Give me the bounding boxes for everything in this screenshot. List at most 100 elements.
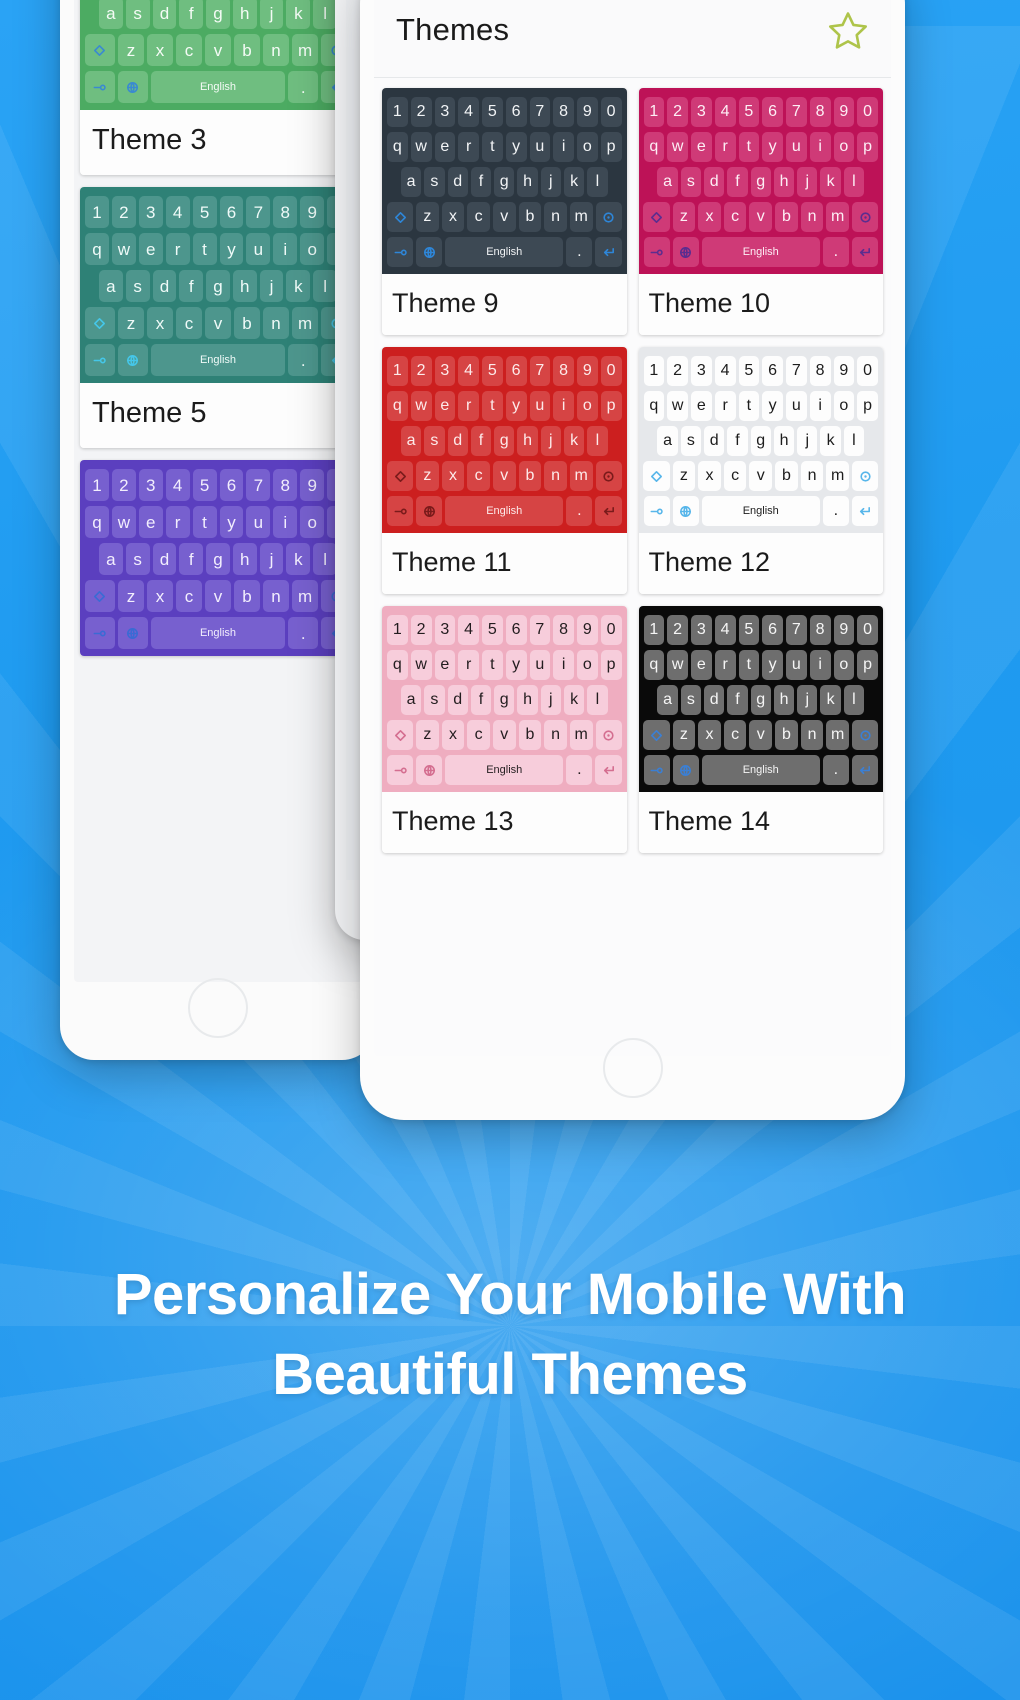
key-a[interactable]: a (657, 167, 678, 197)
symbols-key[interactable] (387, 496, 414, 526)
key-k[interactable]: k (286, 543, 311, 575)
key-5[interactable]: 5 (482, 97, 503, 127)
key-s[interactable]: s (424, 685, 445, 715)
key-u[interactable]: u (529, 391, 551, 421)
key-7[interactable]: 7 (246, 469, 271, 501)
key-k[interactable]: k (563, 426, 585, 456)
key-m[interactable]: m (569, 461, 593, 491)
key-9[interactable]: 9 (577, 97, 598, 127)
key-7[interactable]: 7 (529, 615, 551, 645)
key-8[interactable]: 8 (553, 97, 574, 127)
key-a[interactable]: a (400, 426, 422, 456)
key-9[interactable]: 9 (300, 469, 325, 501)
key-5[interactable]: 5 (192, 196, 217, 228)
key-v[interactable]: v (204, 34, 231, 66)
key-1[interactable]: 1 (84, 469, 109, 501)
key-u[interactable]: u (786, 650, 807, 680)
key-a[interactable]: a (657, 426, 678, 456)
globe-key[interactable] (117, 344, 148, 376)
key-y[interactable]: y (219, 506, 244, 538)
key-i[interactable]: i (553, 650, 574, 680)
key-n[interactable]: n (263, 580, 290, 612)
key-x[interactable]: x (698, 461, 721, 491)
key-e[interactable]: e (138, 233, 163, 265)
key-g[interactable]: g (206, 270, 230, 302)
key-8[interactable]: 8 (273, 196, 298, 228)
key-o[interactable]: o (833, 132, 855, 162)
key-4[interactable]: 4 (165, 469, 190, 501)
key-f[interactable]: f (179, 270, 204, 302)
key-i[interactable]: i (273, 506, 298, 538)
key-q[interactable]: q (643, 650, 665, 680)
key-3[interactable]: 3 (434, 356, 456, 386)
key-t[interactable]: t (482, 132, 503, 162)
backspace-key[interactable] (595, 202, 622, 232)
key-s[interactable]: s (680, 426, 702, 456)
key-j[interactable]: j (259, 0, 284, 29)
key-v[interactable]: v (492, 202, 516, 232)
key-s[interactable]: s (424, 167, 445, 197)
key-j[interactable]: j (797, 685, 818, 715)
key-f[interactable]: f (179, 543, 204, 575)
key-z[interactable]: z (416, 461, 439, 491)
theme-card[interactable]: 1234567890qwertyuiopasdfghjklzxcvbnmEngl… (80, 0, 356, 175)
backspace-key[interactable] (595, 461, 622, 491)
key-q[interactable]: q (643, 132, 665, 162)
key-b[interactable]: b (234, 580, 261, 612)
symbols-key[interactable] (643, 237, 670, 267)
key-g[interactable]: g (750, 685, 771, 715)
symbols-key[interactable] (84, 617, 115, 649)
key-k[interactable]: k (563, 685, 585, 715)
shift-diamond-key[interactable] (386, 720, 414, 750)
key-1[interactable]: 1 (643, 615, 665, 645)
key-l[interactable]: l (587, 426, 608, 456)
key-a[interactable]: a (98, 0, 123, 29)
key-k[interactable]: k (286, 270, 311, 302)
key-k[interactable]: k (820, 167, 841, 197)
backspace-key[interactable] (852, 720, 879, 750)
shift-diamond-key[interactable] (386, 461, 414, 491)
key-t[interactable]: t (192, 506, 217, 538)
key-k[interactable]: k (820, 685, 841, 715)
key-o[interactable]: o (577, 650, 598, 680)
key-6[interactable]: 6 (505, 356, 527, 386)
enter-key[interactable] (595, 496, 622, 526)
key-x[interactable]: x (441, 202, 465, 232)
key-3[interactable]: 3 (691, 97, 712, 127)
key-6[interactable]: 6 (762, 615, 783, 645)
key-n[interactable]: n (800, 720, 824, 750)
key-1[interactable]: 1 (84, 196, 109, 228)
key-m[interactable]: m (569, 720, 593, 750)
key-8[interactable]: 8 (809, 356, 831, 386)
key-d[interactable]: d (152, 543, 177, 575)
key-c[interactable]: c (723, 202, 747, 232)
key-f[interactable]: f (470, 426, 492, 456)
key-t[interactable]: t (482, 650, 503, 680)
key-s[interactable]: s (680, 167, 702, 197)
space-key[interactable]: English (701, 237, 820, 267)
key-t[interactable]: t (738, 391, 760, 421)
key-3[interactable]: 3 (138, 196, 163, 228)
key-2[interactable]: 2 (410, 97, 432, 127)
key-o[interactable]: o (577, 391, 598, 421)
key-s[interactable]: s (680, 685, 702, 715)
key-q[interactable]: q (84, 506, 109, 538)
key-8[interactable]: 8 (553, 615, 574, 645)
key-k[interactable]: k (820, 426, 841, 456)
enter-key[interactable] (595, 237, 622, 267)
key-e[interactable]: e (691, 391, 712, 421)
key-y[interactable]: y (762, 132, 783, 162)
key-q[interactable]: q (387, 391, 408, 421)
key-z[interactable]: z (416, 720, 439, 750)
key-w[interactable]: w (410, 391, 432, 421)
key-l[interactable]: l (313, 543, 338, 575)
key-4[interactable]: 4 (714, 356, 736, 386)
key-v[interactable]: v (204, 307, 231, 339)
key-u[interactable]: u (529, 650, 551, 680)
key-.[interactable]: . (822, 237, 849, 267)
key-r[interactable]: r (458, 132, 479, 162)
key-b[interactable]: b (234, 307, 261, 339)
key-9[interactable]: 9 (577, 356, 598, 386)
key-f[interactable]: f (727, 685, 748, 715)
enter-key[interactable] (851, 755, 878, 785)
